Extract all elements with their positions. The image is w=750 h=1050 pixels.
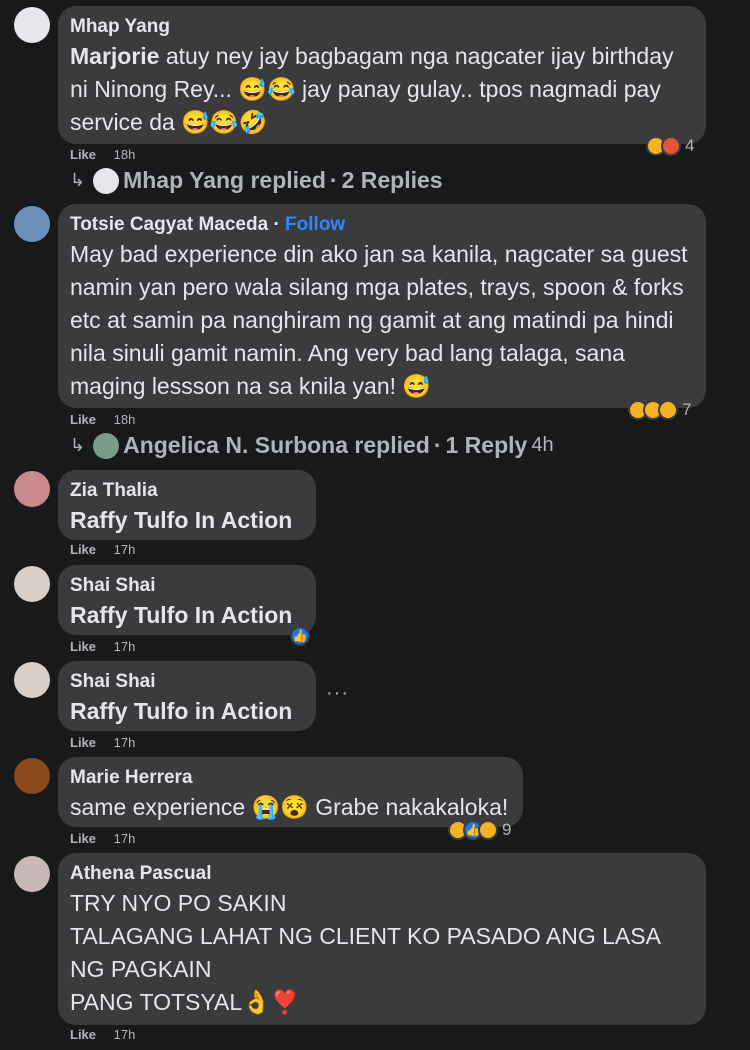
reactions[interactable]: 7 <box>628 400 691 420</box>
reactions[interactable]: 4 <box>646 136 694 156</box>
replied-by[interactable]: Mhap Yang replied <box>123 167 326 194</box>
timestamp[interactable]: 17h <box>114 735 136 750</box>
view-replies[interactable]: ↳ Mhap Yang replied · 2 Replies <box>70 167 443 194</box>
follow-button[interactable]: Follow <box>285 214 345 235</box>
author-name[interactable]: Marie Herrera <box>70 765 511 791</box>
author-name[interactable]: Shai Shai <box>70 573 304 599</box>
comment-meta: Like 18h <box>70 147 135 162</box>
like-button[interactable]: Like <box>70 412 96 427</box>
author-name[interactable]: Mhap Yang <box>70 14 694 40</box>
reactions[interactable]: 👍 <box>290 626 310 646</box>
comment-line: TALAGANG LAHAT NG CLIENT KO PASADO ANG L… <box>70 923 661 949</box>
reaction-count: 4 <box>685 136 695 155</box>
timestamp[interactable]: 18h <box>114 412 136 427</box>
reply-arrow-icon: ↳ <box>70 170 86 190</box>
separator: · <box>329 167 338 193</box>
comment-bubble: Mhap Yang Marjorie atuy ney jay bagbagam… <box>58 6 706 144</box>
comment-meta: Like 17h <box>70 1027 135 1042</box>
reply-age: 4h <box>531 434 554 456</box>
comment-bubble: Athena Pascual TRY NYO PO SAKIN TALAGANG… <box>58 853 706 1025</box>
like-button[interactable]: Like <box>70 639 96 654</box>
comment-meta: Like 17h <box>70 542 135 557</box>
comment-body: Raffy Tulfo In Action <box>70 507 293 533</box>
comment-bubble: Zia Thalia Raffy Tulfo In Action <box>58 470 316 540</box>
like-button[interactable]: Like <box>70 735 96 750</box>
like-button[interactable]: Like <box>70 1027 96 1042</box>
comment-meta: Like 18h <box>70 412 135 427</box>
reply-count[interactable]: 2 Replies <box>342 167 443 194</box>
like-button[interactable]: Like <box>70 147 96 162</box>
timestamp[interactable]: 17h <box>114 831 136 846</box>
avatar[interactable] <box>14 758 50 794</box>
view-replies[interactable]: ↳ Angelica N. Surbona replied · 1 Reply … <box>70 432 554 459</box>
avatar[interactable] <box>14 471 50 507</box>
comment-bubble: Shai Shai Raffy Tulfo In Action <box>58 565 316 635</box>
reply-arrow-icon: ↳ <box>70 435 86 455</box>
author-name[interactable]: Zia Thalia <box>70 478 304 504</box>
comment-meta: Like 17h <box>70 831 135 846</box>
comment-line: NG PAGKAIN <box>70 956 212 982</box>
avatar[interactable] <box>14 566 50 602</box>
author-name[interactable]: Totsie Cagyat Maceda <box>70 214 268 235</box>
avatar[interactable] <box>14 7 50 43</box>
comment-body: same experience 😭😵 Grabe nakakaloka! <box>70 794 509 820</box>
comment-bubble: Marie Herrera same experience 😭😵 Grabe n… <box>58 757 523 827</box>
author-name-row: Totsie Cagyat Maceda · Follow <box>70 212 694 238</box>
mention[interactable]: Marjorie <box>70 43 159 69</box>
comment-meta: Like 17h <box>70 735 135 750</box>
comment-meta: Like 17h <box>70 639 135 654</box>
like-reaction-icon: 👍 <box>290 626 310 646</box>
comment-body: atuy ney jay bagbagam nga nagcater ijay … <box>70 43 674 135</box>
wow-icon <box>658 400 678 420</box>
comment-body: Raffy Tulfo In Action <box>70 602 293 628</box>
separator: · <box>433 432 442 458</box>
avatar <box>93 167 120 194</box>
timestamp[interactable]: 17h <box>114 639 136 654</box>
like-button[interactable]: Like <box>70 831 96 846</box>
timestamp[interactable]: 18h <box>114 147 136 162</box>
author-name[interactable]: Athena Pascual <box>70 861 694 887</box>
avatar[interactable] <box>14 206 50 242</box>
comment-body: May bad experience din ako jan sa kanila… <box>70 241 688 399</box>
reply-count[interactable]: 1 Reply <box>446 432 528 459</box>
reaction-count: 9 <box>502 820 512 839</box>
comment-text: Marjorie atuy ney jay bagbagam nga nagca… <box>70 40 694 139</box>
more-options-icon[interactable]: ··· <box>326 682 349 705</box>
angry-icon <box>661 136 681 156</box>
separator: · <box>273 214 280 235</box>
comment-bubble: Shai Shai Raffy Tulfo in Action <box>58 661 316 731</box>
author-name[interactable]: Shai Shai <box>70 669 304 695</box>
avatar[interactable] <box>14 856 50 892</box>
reactions[interactable]: 👍 9 <box>448 820 511 840</box>
reaction-count: 7 <box>682 400 692 419</box>
wow-icon <box>478 820 498 840</box>
like-button[interactable]: Like <box>70 542 96 557</box>
comment-body: Raffy Tulfo in Action <box>70 698 293 724</box>
avatar[interactable] <box>14 662 50 698</box>
replied-by[interactable]: Angelica N. Surbona replied <box>123 432 430 459</box>
comment-bubble: Totsie Cagyat Maceda · Follow May bad ex… <box>58 204 706 408</box>
comment-line: PANG TOTSYAL👌❣️ <box>70 989 300 1015</box>
timestamp[interactable]: 17h <box>114 542 136 557</box>
comment-line: TRY NYO PO SAKIN <box>70 890 287 916</box>
timestamp[interactable]: 17h <box>114 1027 136 1042</box>
avatar <box>93 432 120 459</box>
